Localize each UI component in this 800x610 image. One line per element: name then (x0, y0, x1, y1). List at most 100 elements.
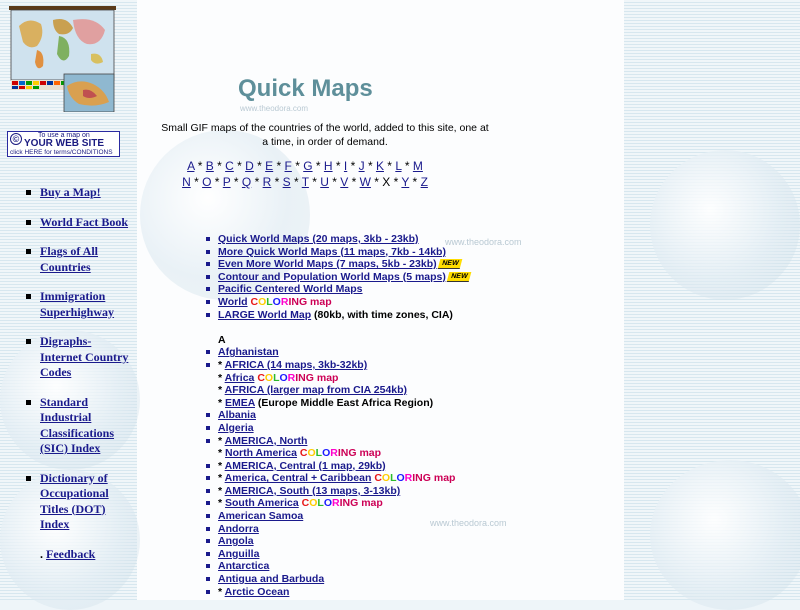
bullet-icon (206, 488, 210, 493)
letter-link-e[interactable]: E (265, 159, 273, 173)
bullet-icon (206, 413, 210, 418)
map-link[interactable]: Angola (218, 535, 254, 547)
map-link[interactable]: More Quick World Maps (11 maps, 7kb - 14… (218, 246, 446, 258)
star-marker: * (218, 484, 225, 497)
bullet-icon (206, 299, 210, 304)
letter-link-r[interactable]: R (263, 175, 272, 189)
title-watermark: www.theodora.com (240, 104, 309, 113)
separator: * (390, 175, 402, 189)
map-link[interactable]: Algeria (218, 422, 254, 434)
link-note: (80kb, with time zones, CIA) (311, 308, 453, 321)
letter-link-q[interactable]: Q (242, 175, 251, 189)
letter-link-h[interactable]: H (324, 159, 333, 173)
map-link[interactable]: American Samoa (218, 510, 303, 522)
letter-link-k[interactable]: K (376, 159, 384, 173)
letter-link-n[interactable]: N (182, 175, 191, 189)
sidebar-nav: Buy a Map! World Fact Book Flags of All Co… (26, 185, 136, 576)
letter-link-m[interactable]: M (413, 159, 423, 173)
map-link[interactable]: South America (225, 497, 299, 509)
list-item: * AMERICA, Central (1 map, 29kb) (203, 460, 503, 473)
map-link[interactable]: AFRICA (14 maps, 3kb-32kb) (225, 359, 368, 371)
map-link[interactable]: AMERICA, South (13 maps, 3-13kb) (225, 485, 401, 497)
sidebar-link[interactable]: Flags of All Countries (40, 244, 136, 275)
feedback-dot: . (40, 546, 43, 561)
sidebar-link[interactable]: Standard Industrial Classifications (SIC… (40, 395, 136, 457)
new-badge: NEW (446, 272, 472, 282)
feedback-link[interactable]: Feedback (40, 547, 136, 563)
coloring-letter: O (323, 497, 333, 510)
letter-link-s[interactable]: S (283, 175, 291, 189)
list-item: Anguilla (203, 548, 503, 561)
map-link[interactable]: Contour and Population World Maps (5 map… (218, 271, 446, 283)
sidebar-link[interactable]: Dictionary of Occupational Titles (DOT) … (40, 471, 136, 533)
map-link[interactable]: LARGE World Map (218, 309, 311, 321)
bullet-icon (206, 551, 210, 556)
sidebar-item: Flags of All Countries (26, 244, 136, 275)
separator: * (290, 175, 302, 189)
list-item: * Africa COLORING map (203, 372, 503, 385)
bullet-icon (26, 475, 31, 481)
map-link[interactable]: Even More World Maps (7 maps, 5kb - 23kb… (218, 258, 437, 270)
coloring-letter: O (279, 371, 288, 384)
bullet-icon (26, 294, 31, 299)
map-link[interactable]: Albania (218, 409, 256, 421)
star-marker: * (218, 396, 226, 409)
map-link[interactable]: Afghanistan (218, 346, 279, 358)
map-link[interactable]: Andorra (218, 523, 259, 535)
letter-link-z[interactable]: Z (421, 175, 428, 189)
map-link[interactable]: Arctic Ocean (225, 586, 290, 598)
map-link[interactable]: World (218, 296, 248, 308)
map-link[interactable]: Quick World Maps (20 maps, 3kb - 23kb) (218, 233, 419, 245)
coloring-letter: ING (412, 472, 431, 485)
map-link[interactable]: North America (225, 447, 297, 459)
coloring-letter: R (330, 447, 338, 460)
letter-link-w[interactable]: W (360, 175, 371, 189)
list-item: Andorra (203, 523, 503, 536)
letter-link-u[interactable]: U (320, 175, 329, 189)
world-wall-map-image[interactable] (9, 6, 116, 112)
banner-line2: YOUR WEB SITE (24, 138, 105, 149)
section-letter: A (218, 333, 226, 346)
letter-link-c[interactable]: C (225, 159, 234, 173)
web-site-terms-banner[interactable]: © To use a map on YOUR WEB SITE click HE… (7, 131, 120, 157)
bullet-icon (206, 312, 210, 317)
sidebar-link[interactable]: World Fact Book (40, 215, 136, 231)
bullet-icon (206, 514, 210, 519)
separator: * (213, 159, 226, 173)
bullet-icon (26, 399, 31, 405)
coloring-label: COLORING map (248, 296, 331, 308)
letter-link-d[interactable]: D (245, 159, 254, 173)
coloring-letter: ING (337, 447, 357, 460)
coloring-suffix: map (356, 447, 382, 460)
map-link[interactable]: Antarctica (218, 560, 269, 572)
list-item: Even More World Maps (7 maps, 5kb - 23kb… (203, 258, 503, 271)
bullet-icon (206, 438, 210, 443)
map-link[interactable]: AMERICA, North (225, 435, 308, 447)
map-link[interactable]: Anguilla (218, 548, 259, 560)
separator: * (409, 175, 421, 189)
map-link[interactable]: AFRICA (larger map from CIA 254kb) (225, 384, 407, 396)
new-badge: NEW (437, 259, 463, 270)
map-link[interactable]: America, Central + Caribbean (225, 472, 372, 484)
letter-link-f[interactable]: F (285, 159, 292, 173)
sidebar-link[interactable]: Buy a Map! (40, 185, 136, 201)
letter-link-g[interactable]: G (303, 159, 312, 173)
map-link[interactable]: Pacific Centered World Maps (218, 283, 363, 295)
bullet-icon (206, 526, 210, 531)
sidebar-link[interactable]: Immigration Superhighway (40, 289, 136, 320)
letter-link-b[interactable]: B (206, 159, 214, 173)
bullet-icon (26, 249, 31, 254)
coloring-label: COLORING map (299, 497, 383, 509)
sidebar-link[interactable]: Digraphs- Internet Country Codes (40, 334, 136, 381)
list-item: Angola (203, 535, 503, 548)
map-link[interactable]: Antigua and Barbuda (218, 573, 324, 585)
map-link[interactable]: EMEA (225, 397, 255, 409)
intro-text: Small GIF maps of the countries of the w… (161, 122, 489, 148)
map-link[interactable]: AMERICA, Central (1 map, 29kb) (225, 460, 386, 472)
coloring-letter: O (264, 371, 274, 384)
spacer (203, 321, 503, 334)
globe-backdrop (650, 150, 800, 300)
letter-link-p[interactable]: P (223, 175, 231, 189)
letter-link-t[interactable]: T (302, 175, 309, 189)
map-link[interactable]: Africa (225, 372, 255, 384)
